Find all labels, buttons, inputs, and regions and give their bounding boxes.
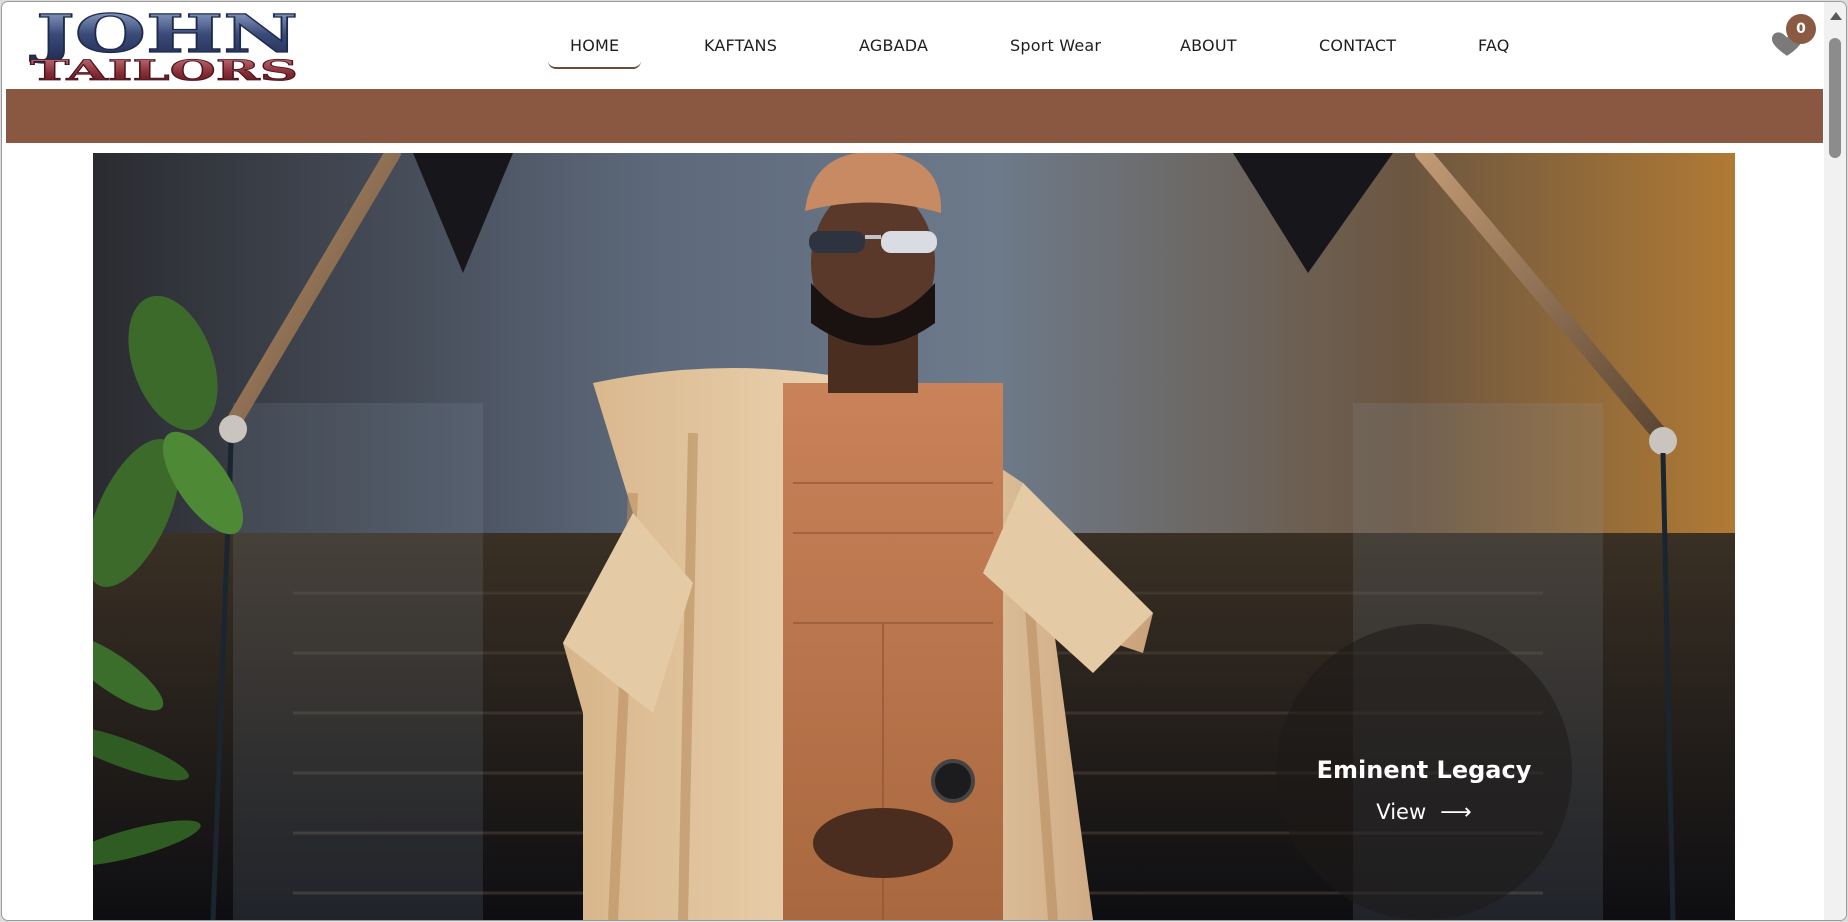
nav-item-about[interactable]: ABOUT (1180, 36, 1237, 55)
main-nav: HOME KAFTANS AGBADA Sport Wear ABOUT CON… (2, 2, 1822, 88)
nav-item-home[interactable]: HOME (548, 36, 642, 69)
hero-title: Eminent Legacy (1316, 756, 1532, 784)
site-header: JOHN TAILORS HOME KAFTANS AGBADA Sport W… (2, 2, 1822, 88)
cart-count-badge: 0 (1786, 14, 1816, 44)
hero-feature-badge[interactable]: Eminent Legacy View ⟶ (1276, 624, 1572, 920)
promo-banner (6, 89, 1823, 143)
nav-item-sport-wear[interactable]: Sport Wear (1010, 36, 1101, 55)
wishlist-cart-button[interactable]: 0 (1770, 14, 1816, 62)
hero-view-link[interactable]: View ⟶ (1276, 800, 1572, 825)
nav-item-agbada[interactable]: AGBADA (859, 36, 928, 55)
scroll-up-arrow-icon[interactable] (1830, 12, 1842, 20)
page-scrollbar[interactable] (1824, 2, 1846, 920)
arrow-right-icon: ⟶ (1440, 800, 1472, 825)
hero-banner[interactable]: Eminent Legacy View ⟶ (93, 153, 1735, 920)
nav-item-contact[interactable]: CONTACT (1319, 36, 1396, 55)
scrollbar-thumb[interactable] (1829, 38, 1841, 158)
nav-item-faq[interactable]: FAQ (1478, 36, 1510, 55)
browser-viewport: JOHN TAILORS HOME KAFTANS AGBADA Sport W… (2, 2, 1846, 920)
nav-item-kaftans[interactable]: KAFTANS (704, 36, 777, 55)
hero-view-label: View (1376, 800, 1427, 824)
